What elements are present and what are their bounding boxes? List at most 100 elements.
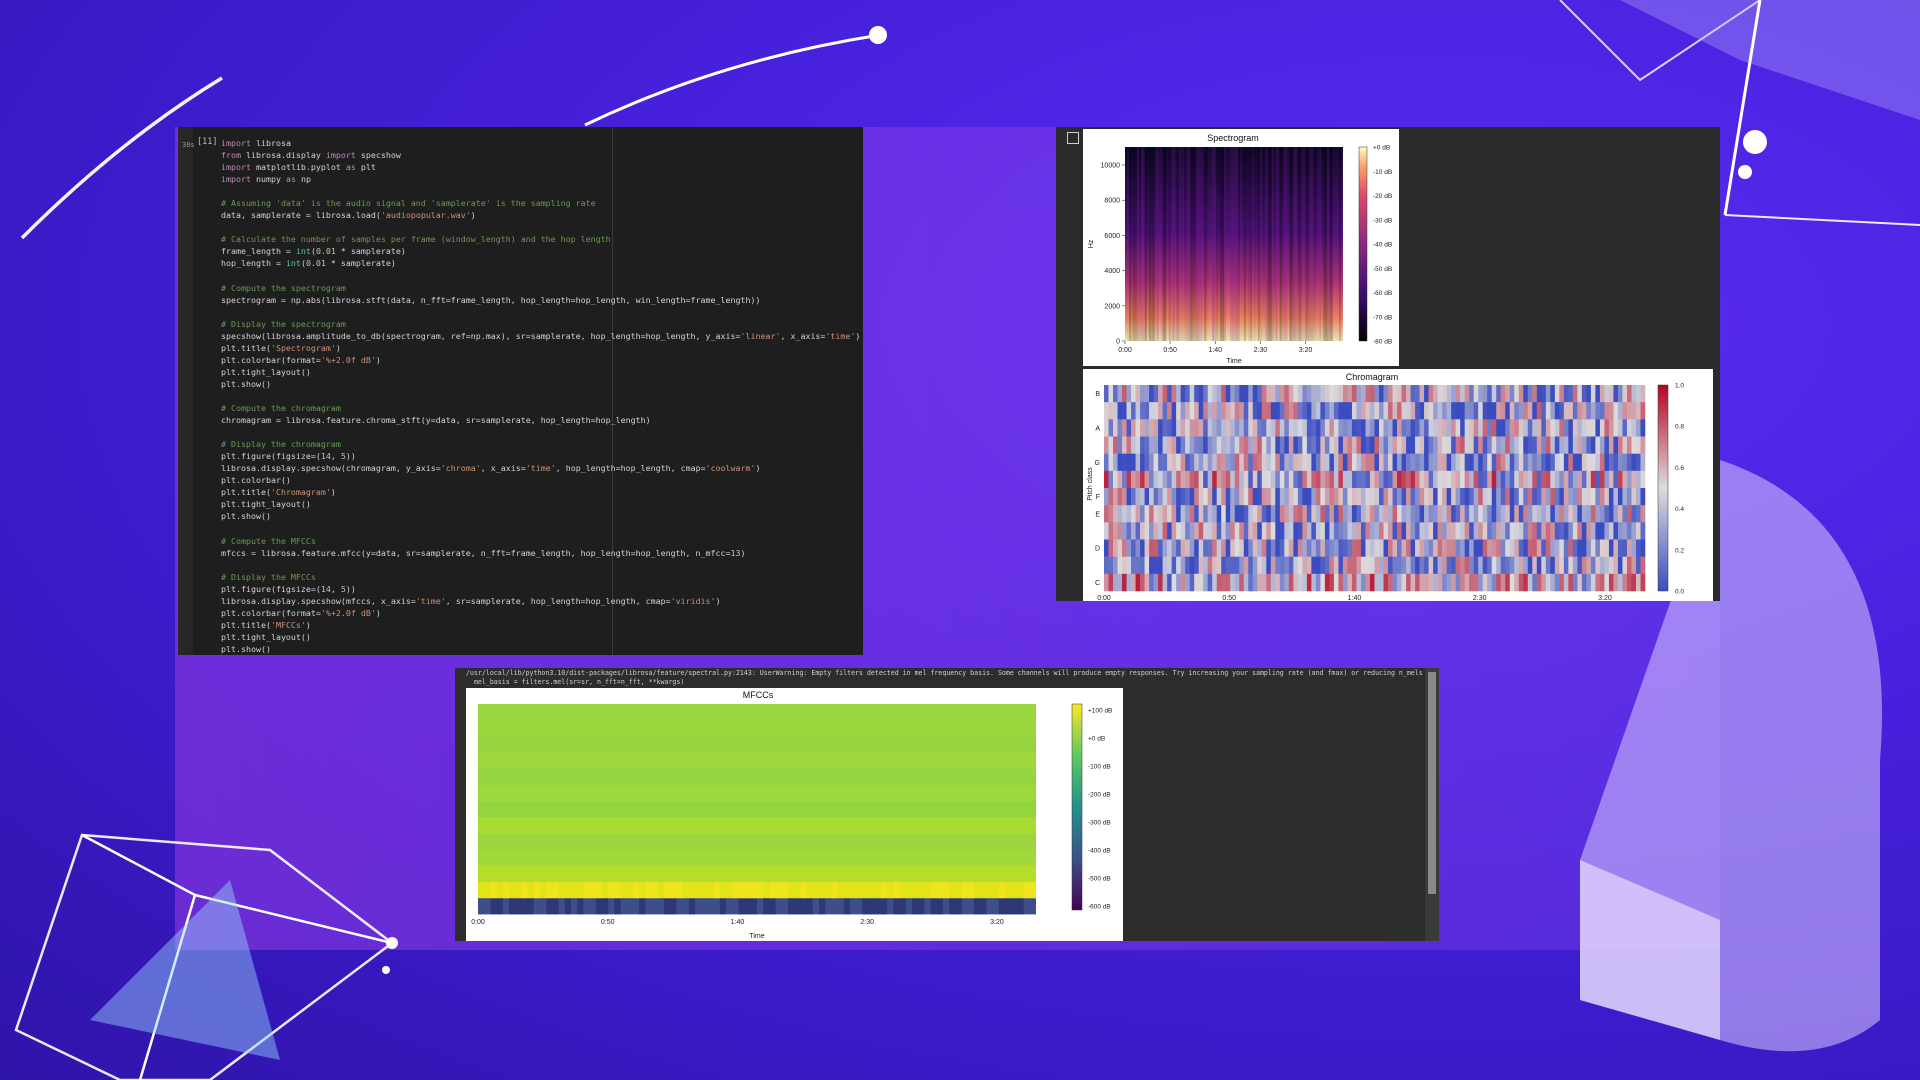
chromagram-cell <box>1104 505 1109 523</box>
chromagram-cell <box>1622 385 1628 403</box>
chromagram-cell <box>1162 419 1168 437</box>
chromagram-cell <box>1297 539 1303 557</box>
chromagram-cell <box>1401 419 1407 437</box>
spectrogram-colorbar-tick: +0 dB <box>1373 145 1390 152</box>
chromagram-cell <box>1365 573 1371 592</box>
chromagram-cell <box>1266 522 1272 540</box>
chromagram-cell <box>1158 488 1163 506</box>
chromagram-cell <box>1135 556 1141 575</box>
chromagram-cell <box>1306 505 1312 523</box>
chromagram-cell <box>1279 539 1285 557</box>
chromagram-cell <box>1320 402 1326 420</box>
chromagram-cell <box>1500 556 1506 575</box>
chromagram-cell <box>1108 402 1114 420</box>
chromagram-cell <box>1302 556 1308 575</box>
chromagram-cell <box>1248 436 1254 454</box>
chromagram-cell <box>1360 573 1366 592</box>
chromagram-cell <box>1279 436 1285 454</box>
chromagram-cell <box>1410 573 1416 592</box>
chromagram-cell <box>1284 539 1290 557</box>
chromagram-cell <box>1167 556 1172 575</box>
output-scrollbar[interactable] <box>1425 668 1439 941</box>
chromagram-cell <box>1324 522 1330 540</box>
chromagram-cell <box>1315 573 1321 592</box>
chromagram-cell <box>1415 470 1420 489</box>
chromagram-cell <box>1527 556 1533 575</box>
code-line: librosa.display.specshow(chromagram, y_a… <box>221 463 761 474</box>
mfcc-cell <box>533 881 540 899</box>
chromagram-cell <box>1460 539 1465 557</box>
code-cell[interactable]: 30s [11] import librosa from librosa.dis… <box>178 127 863 655</box>
chromagram-cell <box>1464 402 1470 420</box>
output-area-bottom: /usr/local/lib/python3.10/dist-packages/… <box>455 668 1439 941</box>
chromagram-cell <box>1135 470 1141 489</box>
chromagram-cell <box>1270 402 1276 420</box>
chromagram-cell <box>1505 402 1511 420</box>
chromagram-cell <box>1104 573 1109 592</box>
chromagram-cell <box>1311 419 1317 437</box>
chromagram-cell <box>1563 402 1569 420</box>
code-line: librosa.display.specshow(mfccs, x_axis='… <box>221 595 721 606</box>
chromagram-cell <box>1162 488 1168 506</box>
chromagram-cell <box>1126 488 1132 506</box>
mfcc-cell <box>744 897 751 915</box>
chromagram-cell <box>1451 385 1456 403</box>
chromagram-cell <box>1464 505 1470 523</box>
chromagram-cell <box>1135 522 1141 540</box>
chromagram-cell <box>1388 419 1393 437</box>
chromagram-cell <box>1162 402 1168 420</box>
chromagram-cell <box>1559 436 1565 454</box>
chromagram-cell <box>1509 573 1515 592</box>
scrollbar-thumb[interactable] <box>1428 672 1436 894</box>
chromagram-cell <box>1140 556 1145 575</box>
chromagram-cell <box>1117 402 1123 420</box>
chromagram-cell <box>1590 539 1596 557</box>
chromagram-cell <box>1541 419 1547 437</box>
chromagram-cell <box>1162 522 1168 540</box>
chromagram-cell <box>1140 505 1145 523</box>
chromagram-cell <box>1302 488 1308 506</box>
chromagram-cell <box>1198 419 1204 437</box>
code-editor[interactable]: import librosa from librosa.display impo… <box>221 137 860 655</box>
chromagram-cell <box>1536 556 1542 575</box>
expand-output-icon[interactable] <box>1067 132 1079 144</box>
chromagram-cell <box>1451 556 1456 575</box>
chromagram-cell <box>1270 522 1276 540</box>
code-line: specshow(librosa.amplitude_to_db(spectro… <box>221 330 861 341</box>
chromagram-cell <box>1559 488 1565 506</box>
chromagram-cell <box>1514 505 1520 523</box>
chromagram-cell <box>1482 573 1488 592</box>
chromagram-cell <box>1415 539 1420 557</box>
chromagram-cell <box>1324 573 1330 592</box>
chromagram-cell <box>1104 470 1109 489</box>
chromagram-cell <box>1329 470 1335 489</box>
chromagram-cell <box>1198 522 1204 540</box>
chromagram-cell <box>1306 436 1312 454</box>
chromagram-cell <box>1550 488 1556 506</box>
chromagram-cell <box>1554 419 1560 437</box>
chromagram-cell <box>1415 556 1420 575</box>
chromagram-cell <box>1284 436 1290 454</box>
chromagram-cell <box>1622 505 1628 523</box>
chromagram-cell <box>1541 573 1547 592</box>
chromagram-cell <box>1604 453 1610 472</box>
chromagram-cell <box>1536 505 1542 523</box>
chromagram-cell <box>1180 488 1186 506</box>
chromagram-cell <box>1505 522 1511 540</box>
chromagram-cell <box>1221 556 1227 575</box>
chromagram-cell <box>1487 470 1493 489</box>
chromagram-cell <box>1496 488 1502 506</box>
chromagram-cell <box>1383 556 1389 575</box>
chromagram-cell <box>1225 556 1231 575</box>
chromagram-cell <box>1428 488 1434 506</box>
chromagram-cell <box>1342 573 1348 592</box>
chromagram-cell <box>1248 505 1254 523</box>
chromagram-cell <box>1351 539 1357 557</box>
chromagram-cell <box>1577 436 1583 454</box>
chromagram-cell <box>1275 488 1281 506</box>
mfcc-title: MFCCs <box>743 690 774 700</box>
chromagram-cell <box>1189 539 1195 557</box>
chromagram-cell <box>1203 522 1208 540</box>
chromagram-cell <box>1397 539 1402 557</box>
chromagram-cell <box>1212 522 1218 540</box>
